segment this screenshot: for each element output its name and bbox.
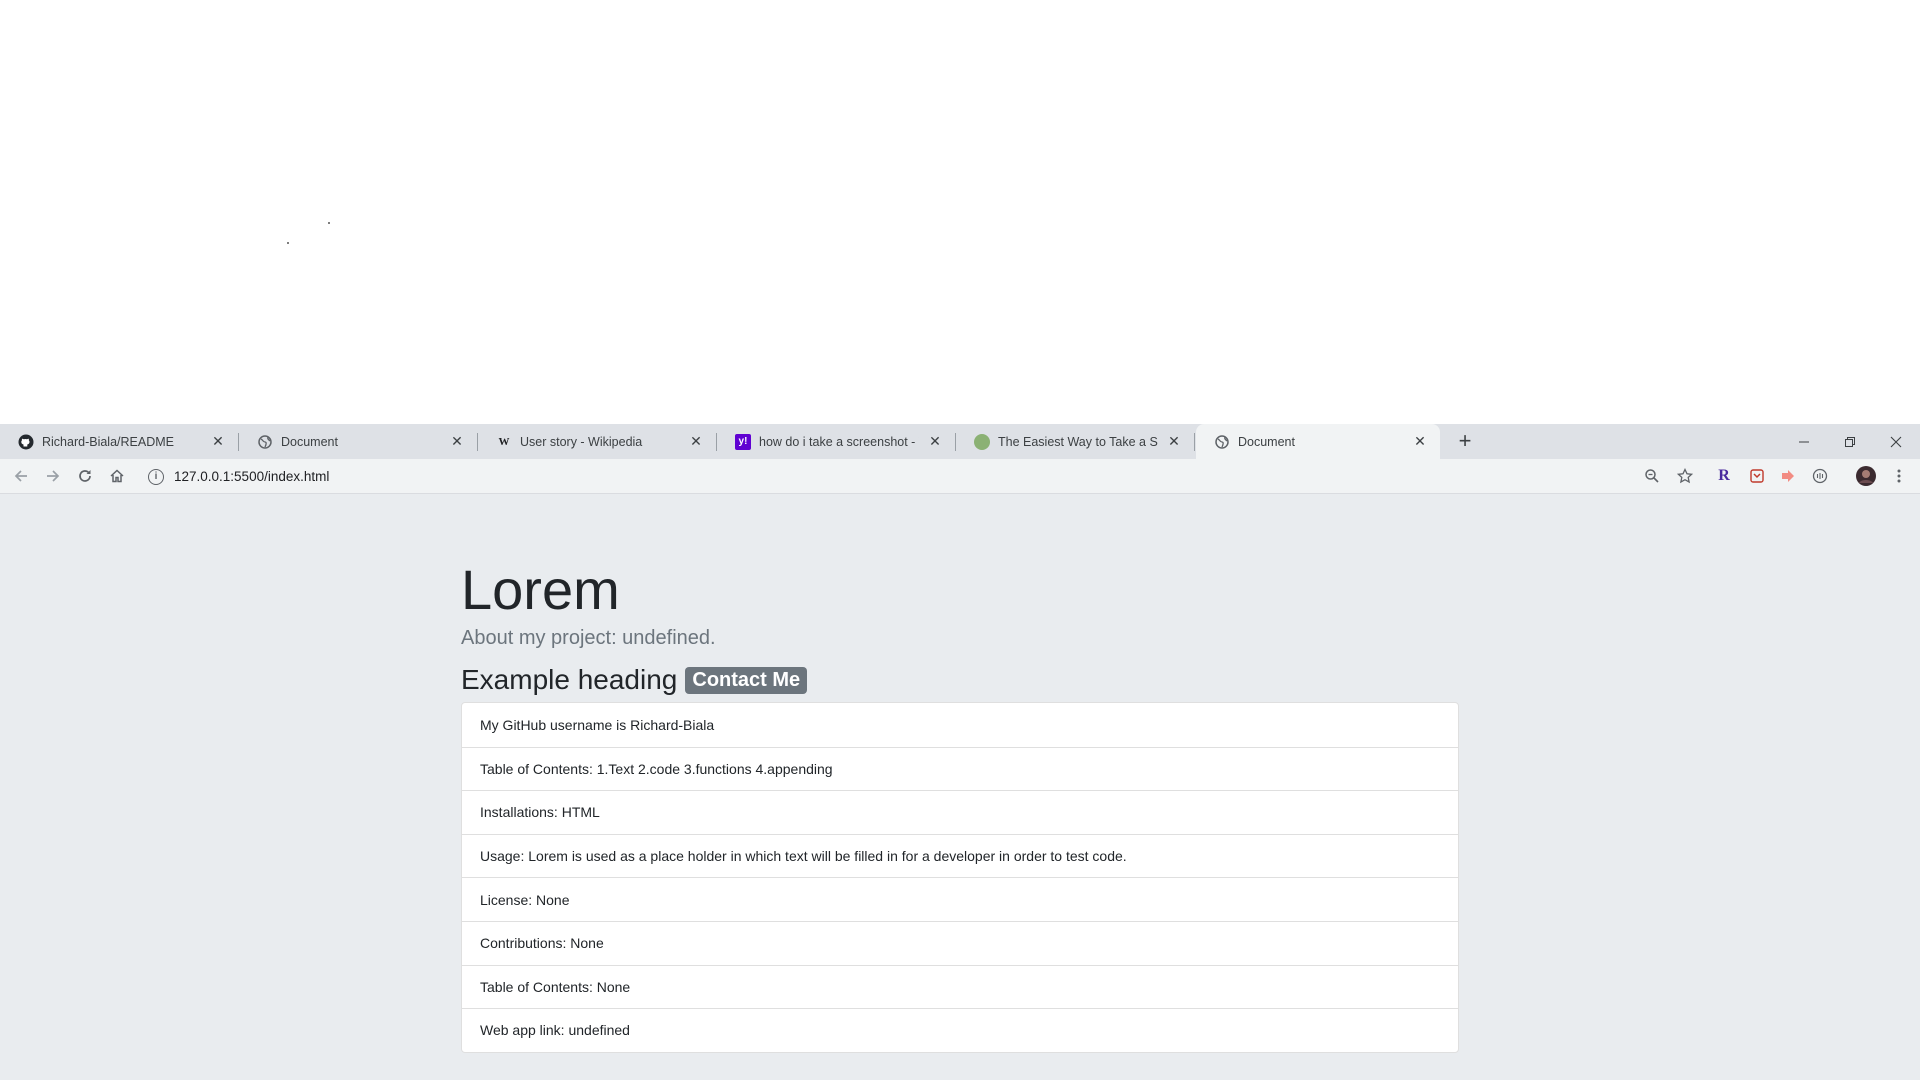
profile-avatar[interactable] bbox=[1855, 465, 1877, 487]
list-item-table-of-contents-2: Table of Contents: None bbox=[462, 964, 1458, 1009]
close-icon[interactable]: ✕ bbox=[1412, 433, 1428, 449]
new-tab-button[interactable]: + bbox=[1453, 430, 1477, 454]
close-icon[interactable]: ✕ bbox=[210, 433, 226, 449]
info-list: My GitHub username is Richard-Biala Tabl… bbox=[461, 702, 1459, 1053]
tab-document[interactable]: Document ✕ bbox=[239, 424, 478, 459]
pocket-icon[interactable] bbox=[1746, 465, 1768, 487]
list-item-table-of-contents: Table of Contents: 1.Text 2.code 3.funct… bbox=[462, 746, 1458, 791]
reload-icon bbox=[79, 470, 91, 482]
close-icon[interactable]: ✕ bbox=[927, 433, 943, 449]
github-icon bbox=[18, 434, 34, 450]
bookmark-star-icon[interactable] bbox=[1674, 465, 1696, 487]
tab-title: The Easiest Way to Take a Screen bbox=[998, 434, 1158, 449]
contact-me-badge[interactable]: Contact Me bbox=[685, 666, 808, 694]
minimize-icon bbox=[1799, 441, 1809, 442]
close-icon[interactable]: ✕ bbox=[688, 433, 704, 449]
address-bar[interactable]: i 127.0.0.1:5500/index.html bbox=[140, 463, 1700, 490]
example-heading-text: Example heading bbox=[461, 664, 678, 695]
share-extension-icon[interactable] bbox=[1777, 465, 1799, 487]
tab-github-readme[interactable]: Richard-Biala/README ✕ bbox=[0, 424, 239, 459]
site-icon bbox=[974, 433, 990, 450]
list-item-usage: Usage: Lorem is used as a place holder i… bbox=[462, 833, 1458, 878]
tab-screenshot-guide[interactable]: The Easiest Way to Take a Screen ✕ bbox=[956, 424, 1195, 459]
yahoo-icon: y! bbox=[735, 433, 751, 450]
close-icon[interactable]: ✕ bbox=[449, 433, 465, 449]
close-icon[interactable]: ✕ bbox=[1166, 433, 1182, 449]
home-icon bbox=[110, 469, 124, 483]
globe-icon bbox=[1214, 434, 1230, 450]
forward-button[interactable] bbox=[41, 464, 65, 488]
tab-wikipedia[interactable]: W User story - Wikipedia ✕ bbox=[478, 424, 717, 459]
stray-dot bbox=[287, 242, 289, 244]
tab-strip: Richard-Biala/README ✕ Document ✕ W User… bbox=[0, 424, 1920, 459]
list-item-installations: Installations: HTML bbox=[462, 790, 1458, 834]
tab-document-active[interactable]: Document ✕ bbox=[1196, 424, 1440, 459]
tab-title: Richard-Biala/README bbox=[42, 434, 174, 449]
reader-icon[interactable] bbox=[1809, 465, 1831, 487]
home-button[interactable] bbox=[105, 464, 129, 488]
zoom-icon[interactable] bbox=[1641, 465, 1663, 487]
minimize-button[interactable] bbox=[1781, 424, 1827, 459]
tab-separator bbox=[1194, 433, 1195, 451]
list-item-license: License: None bbox=[462, 877, 1458, 921]
list-item-github: My GitHub username is Richard-Biala bbox=[480, 716, 715, 733]
url-text[interactable]: 127.0.0.1:5500/index.html bbox=[174, 469, 329, 484]
back-button[interactable] bbox=[9, 464, 33, 488]
stray-dot bbox=[328, 222, 330, 224]
example-heading: Example heading Contact Me bbox=[461, 662, 808, 698]
list-item-contributions: Contributions: None bbox=[462, 920, 1458, 965]
tab-title: how do i take a screenshot - Yah bbox=[759, 434, 919, 449]
arrow-left-icon bbox=[14, 470, 27, 482]
info-icon[interactable]: i bbox=[148, 468, 164, 485]
close-window-icon bbox=[1890, 436, 1902, 447]
tab-title: User story - Wikipedia bbox=[520, 434, 643, 449]
tab-title: Document bbox=[1238, 434, 1295, 449]
restore-button[interactable] bbox=[1827, 424, 1873, 459]
tab-yahoo[interactable]: y! how do i take a screenshot - Yah ✕ bbox=[717, 424, 956, 459]
globe-icon bbox=[257, 434, 273, 450]
list-item-web-app-link: Web app link: undefined bbox=[462, 1008, 1458, 1052]
blank-area bbox=[0, 0, 1920, 424]
tab-title: Document bbox=[281, 434, 338, 449]
close-window-button[interactable] bbox=[1873, 424, 1919, 459]
page-subtitle: About my project: undefined. bbox=[461, 627, 716, 649]
menu-icon[interactable] bbox=[1888, 465, 1910, 487]
reload-button[interactable] bbox=[73, 464, 97, 488]
browser-chrome: Richard-Biala/README ✕ Document ✕ W User… bbox=[0, 424, 1920, 494]
arrow-right-icon bbox=[47, 470, 60, 482]
browser-toolbar: i 127.0.0.1:5500/index.html R bbox=[0, 459, 1920, 494]
restore-icon bbox=[1845, 436, 1855, 447]
page-title: Lorem bbox=[461, 558, 620, 621]
page-content: Lorem About my project: undefined. Examp… bbox=[0, 494, 1920, 1080]
r-extension-icon[interactable]: R bbox=[1713, 465, 1735, 487]
wikipedia-icon: W bbox=[498, 435, 510, 448]
